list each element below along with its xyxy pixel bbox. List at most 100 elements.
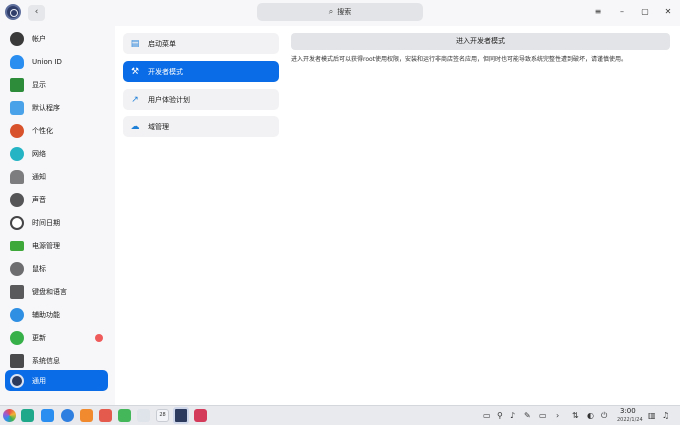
sidebar-item-label: 通知 bbox=[32, 172, 46, 181]
sidebar-item-label: 鼠标 bbox=[32, 264, 46, 273]
general-icon bbox=[10, 373, 24, 388]
submenu-panel: ▤ 启动菜单 ⚒ 开发者模式 ↗ 用户体验计划 ☁ 域管理 bbox=[115, 26, 286, 405]
personalization-icon bbox=[10, 123, 24, 138]
sync-tray-icon[interactable]: ◐ bbox=[587, 410, 594, 422]
music-icon[interactable] bbox=[118, 409, 131, 422]
sidebar-item-datetime[interactable]: 时间日期 bbox=[5, 212, 108, 233]
keyboard-icon bbox=[10, 284, 24, 299]
sidebar-item-system-info[interactable]: 系统信息 bbox=[5, 350, 108, 371]
sidebar-item-keyboard[interactable]: 键盘和语言 bbox=[5, 281, 108, 302]
clock-date: 2022/1/24 bbox=[617, 417, 643, 423]
sidebar-item-label: Union ID bbox=[32, 57, 62, 66]
display-icon bbox=[10, 77, 24, 92]
network-tray-icon[interactable]: ⇅ bbox=[572, 410, 579, 422]
settings-window: ‹ ⌕ 搜索 ≡ – ▢ ✕ 帐户 Union ID 显示 默认程序 个性化 网… bbox=[0, 0, 680, 405]
chart-trend-icon: ↗ bbox=[131, 94, 139, 105]
sidebar-item-mouse[interactable]: 鼠标 bbox=[5, 258, 108, 279]
notification-icon bbox=[10, 169, 24, 184]
sidebar-item-label: 网络 bbox=[32, 149, 46, 158]
sidebar-item-accessibility[interactable]: 辅助功能 bbox=[5, 304, 108, 325]
brightness-tray-icon[interactable]: ✎ bbox=[524, 410, 531, 422]
update-badge bbox=[95, 334, 103, 342]
submenu-item-user-experience[interactable]: ↗ 用户体验计划 bbox=[123, 89, 279, 110]
menu-button[interactable]: ≡ bbox=[591, 6, 605, 18]
browser-icon[interactable] bbox=[61, 409, 74, 422]
sidebar-item-label: 电源管理 bbox=[32, 241, 60, 250]
minimize-button[interactable]: – bbox=[615, 6, 629, 18]
accessibility-icon bbox=[10, 307, 24, 322]
control-center-logo-icon bbox=[5, 4, 21, 20]
maximize-button[interactable]: ▢ bbox=[638, 6, 652, 18]
clock-time[interactable]: 3:00 bbox=[620, 407, 636, 415]
multitask-view-icon[interactable] bbox=[21, 409, 34, 422]
network-icon bbox=[10, 146, 24, 161]
trash-tray-icon[interactable]: ▥ bbox=[648, 410, 656, 422]
sidebar-item-label: 个性化 bbox=[32, 126, 53, 135]
close-button[interactable]: ✕ bbox=[661, 6, 675, 18]
sidebar-item-label: 声音 bbox=[32, 195, 46, 204]
sidebar-item-power[interactable]: 电源管理 bbox=[5, 235, 108, 256]
submenu-item-developer-mode[interactable]: ⚒ 开发者模式 bbox=[123, 61, 279, 82]
sidebar-item-label: 系统信息 bbox=[32, 356, 60, 365]
submenu-item-label: 启动菜单 bbox=[148, 39, 176, 48]
developer-mode-description: 进入开发者模式后可以获得root使用权限，安装和运行非商店签名应用，但同时也可能… bbox=[291, 56, 628, 63]
sidebar-item-notification[interactable]: 通知 bbox=[5, 166, 108, 187]
submenu-item-label: 开发者模式 bbox=[148, 67, 183, 76]
image-viewer-icon[interactable] bbox=[99, 409, 112, 422]
volume-tray-icon[interactable]: ♪ bbox=[510, 410, 515, 422]
system-info-icon bbox=[10, 353, 24, 368]
sidebar-item-label: 默认程序 bbox=[32, 103, 60, 112]
sidebar-item-display[interactable]: 显示 bbox=[5, 74, 108, 95]
sidebar-item-sound[interactable]: 声音 bbox=[5, 189, 108, 210]
sidebar-item-label: 帐户 bbox=[32, 34, 46, 43]
title-bar: ‹ ⌕ 搜索 ≡ – ▢ ✕ bbox=[0, 0, 680, 26]
submenu-item-label: 域管理 bbox=[148, 122, 169, 131]
sidebar-item-account[interactable]: 帐户 bbox=[5, 28, 108, 49]
boot-menu-icon: ▤ bbox=[130, 38, 140, 49]
document-icon[interactable] bbox=[137, 409, 150, 422]
mouse-icon bbox=[10, 261, 24, 276]
sidebar-item-label: 键盘和语言 bbox=[32, 287, 67, 296]
sidebar-item-default-apps[interactable]: 默认程序 bbox=[5, 97, 108, 118]
submenu-item-domain[interactable]: ☁ 域管理 bbox=[123, 116, 279, 137]
control-center-dock-icon[interactable] bbox=[173, 407, 189, 424]
search-placeholder: 搜索 bbox=[337, 8, 352, 16]
taskbar: 28 ▭ ⚲ ♪ ✎ ▭ › ⇅ ◐ ⏻ 3:00 2022/1/24 ▥ ♫ bbox=[0, 405, 680, 425]
app-store-icon[interactable] bbox=[80, 409, 93, 422]
sidebar-item-personalization[interactable]: 个性化 bbox=[5, 120, 108, 141]
notification-bell-icon[interactable]: ♫ bbox=[662, 410, 669, 422]
enter-developer-mode-button[interactable]: 进入开发者模式 bbox=[291, 33, 670, 50]
calendar-icon[interactable]: 28 bbox=[156, 409, 169, 422]
sidebar-item-label: 辅助功能 bbox=[32, 310, 60, 319]
usb-tray-icon[interactable]: ⚲ bbox=[497, 410, 503, 422]
default-apps-icon bbox=[10, 100, 24, 115]
sidebar: 帐户 Union ID 显示 默认程序 个性化 网络 通知 声音 时间日期 电源… bbox=[0, 26, 113, 405]
sidebar-item-label: 通用 bbox=[32, 376, 46, 385]
sidebar-item-union-id[interactable]: Union ID bbox=[5, 51, 108, 72]
clock-icon bbox=[10, 215, 24, 230]
keyboard-tray-icon[interactable]: ▭ bbox=[483, 410, 491, 422]
power-icon bbox=[10, 240, 24, 251]
developer-mode-panel: 进入开发者模式 进入开发者模式后可以获得root使用权限，安装和运行非商店签名应… bbox=[286, 26, 680, 405]
domain-icon: ☁ bbox=[130, 121, 140, 132]
battery-tray-icon[interactable]: ▭ bbox=[539, 410, 547, 422]
search-icon: ⌕ bbox=[328, 7, 334, 16]
sidebar-item-network[interactable]: 网络 bbox=[5, 143, 108, 164]
search-input[interactable]: ⌕ 搜索 bbox=[257, 3, 423, 21]
app-store-dock-icon[interactable] bbox=[194, 409, 207, 422]
expand-tray-icon[interactable]: › bbox=[556, 410, 559, 422]
sidebar-item-label: 更新 bbox=[32, 333, 46, 342]
account-icon bbox=[10, 31, 24, 46]
back-button[interactable]: ‹ bbox=[28, 5, 45, 21]
power-tray-icon[interactable]: ⏻ bbox=[601, 410, 607, 422]
sidebar-item-label: 显示 bbox=[32, 80, 46, 89]
file-manager-icon[interactable] bbox=[41, 409, 54, 422]
sidebar-item-general[interactable]: 通用 bbox=[5, 370, 108, 391]
developer-tools-icon: ⚒ bbox=[130, 66, 140, 77]
update-icon bbox=[10, 330, 24, 345]
sidebar-item-update[interactable]: 更新 bbox=[5, 327, 108, 348]
submenu-item-boot-menu[interactable]: ▤ 启动菜单 bbox=[123, 33, 279, 54]
sidebar-item-label: 时间日期 bbox=[32, 218, 60, 227]
cloud-icon bbox=[10, 54, 24, 69]
launcher-icon[interactable] bbox=[3, 409, 16, 422]
